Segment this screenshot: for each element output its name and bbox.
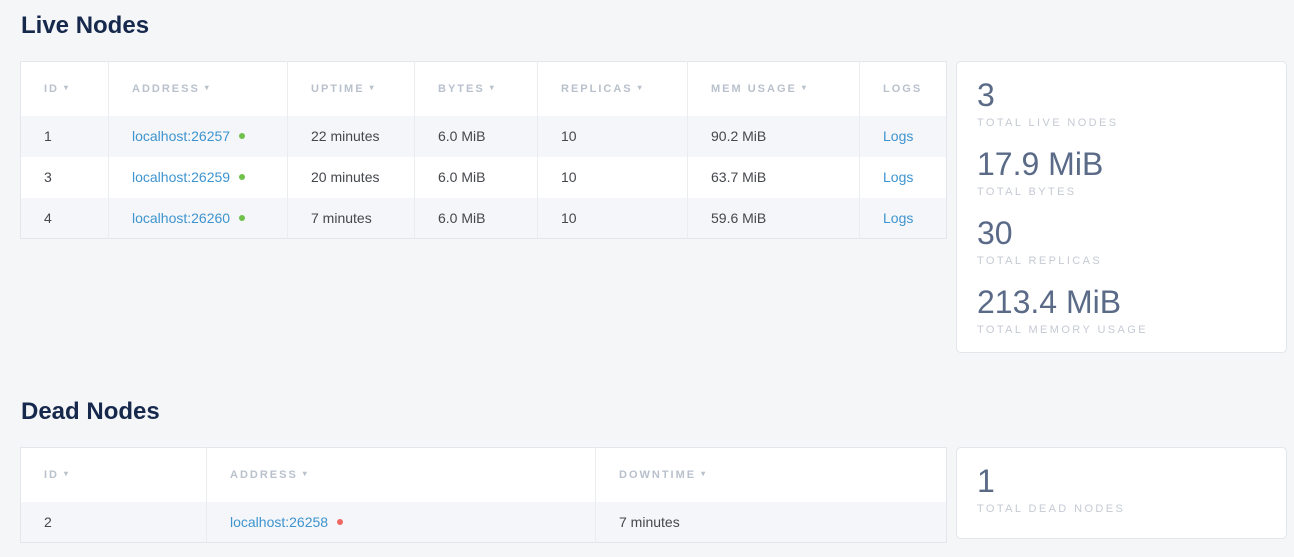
stat-label: TOTAL DEAD NODES [977, 503, 1266, 515]
node-address-cell: localhost:26258 [207, 502, 596, 543]
node-logs-link[interactable]: Logs [883, 169, 913, 185]
node-replicas-cell: 10 [538, 157, 688, 198]
stat-value: 30 [977, 214, 1266, 252]
stat-total-memory-usage: 213.4 MiB TOTAL MEMORY USAGE [977, 283, 1266, 336]
live-nodes-title: Live Nodes [21, 13, 1294, 39]
node-mem-usage-cell: 59.6 MiB [688, 198, 860, 239]
node-mem-usage-cell: 90.2 MiB [688, 116, 860, 157]
sort-arrow-icon: ▾ [802, 83, 806, 92]
dead-nodes-table: ID▾ ADDRESS▾ DOWNTIME▾ 2 localhost:26258… [20, 447, 947, 543]
node-address-cell: localhost:26257 [109, 116, 288, 157]
node-logs-cell: Logs [860, 116, 947, 157]
node-replicas-cell: 10 [538, 116, 688, 157]
table-row: 2 localhost:26258 7 minutes [21, 502, 947, 543]
node-replicas-cell: 10 [538, 198, 688, 239]
column-header-uptime[interactable]: UPTIME▾ [288, 62, 415, 116]
stat-total-dead-nodes: 1 TOTAL DEAD NODES [977, 462, 1266, 515]
live-nodes-header-row: ID▾ ADDRESS▾ UPTIME▾ BYTES▾ REPLICAS▾ ME… [21, 62, 947, 116]
node-id-cell: 3 [21, 157, 109, 198]
column-header-logs: LOGS [860, 62, 947, 116]
column-header-mem-usage[interactable]: MEM USAGE▾ [688, 62, 860, 116]
sort-arrow-icon: ▾ [490, 83, 494, 92]
node-bytes-cell: 6.0 MiB [415, 157, 538, 198]
node-address-link[interactable]: localhost:26257 [132, 128, 230, 144]
node-live-status-icon [239, 133, 245, 139]
node-logs-cell: Logs [860, 198, 947, 239]
node-address-cell: localhost:26260 [109, 198, 288, 239]
stat-total-live-nodes: 3 TOTAL LIVE NODES [977, 76, 1266, 129]
sort-arrow-icon: ▾ [303, 469, 307, 478]
stat-label: TOTAL MEMORY USAGE [977, 324, 1266, 336]
node-logs-cell: Logs [860, 157, 947, 198]
column-header-id[interactable]: ID▾ [21, 62, 109, 116]
dead-nodes-title: Dead Nodes [21, 399, 1294, 425]
dead-nodes-body: ID▾ ADDRESS▾ DOWNTIME▾ 2 localhost:26258… [20, 447, 1294, 543]
node-live-status-icon [239, 215, 245, 221]
node-bytes-cell: 6.0 MiB [415, 116, 538, 157]
table-row: 4 localhost:26260 7 minutes 6.0 MiB 10 5… [21, 198, 947, 239]
node-address-link[interactable]: localhost:26259 [132, 169, 230, 185]
node-uptime-cell: 20 minutes [288, 157, 415, 198]
node-address-link[interactable]: localhost:26260 [132, 210, 230, 226]
node-uptime-cell: 7 minutes [288, 198, 415, 239]
node-id-cell: 2 [21, 502, 207, 543]
stat-value: 3 [977, 76, 1266, 114]
live-nodes-body: ID▾ ADDRESS▾ UPTIME▾ BYTES▾ REPLICAS▾ ME… [20, 61, 1294, 353]
stat-value: 1 [977, 462, 1266, 500]
sort-arrow-icon: ▾ [701, 469, 705, 478]
node-logs-link[interactable]: Logs [883, 128, 913, 144]
node-mem-usage-cell: 63.7 MiB [688, 157, 860, 198]
sort-arrow-icon: ▾ [370, 83, 374, 92]
node-logs-link[interactable]: Logs [883, 210, 913, 226]
sort-arrow-icon: ▾ [205, 83, 209, 92]
stat-value: 213.4 MiB [977, 283, 1266, 321]
column-header-address[interactable]: ADDRESS▾ [207, 448, 596, 502]
dead-nodes-header-row: ID▾ ADDRESS▾ DOWNTIME▾ [21, 448, 947, 502]
stat-label: TOTAL BYTES [977, 186, 1266, 198]
sort-arrow-icon: ▾ [638, 83, 642, 92]
nodes-overview-page: Live Nodes ID▾ ADDRESS▾ UPTIME▾ BYTES▾ R… [0, 0, 1294, 543]
dead-nodes-section: Dead Nodes ID▾ ADDRESS▾ DOWNTIME▾ 2 lo [20, 399, 1294, 543]
node-live-status-icon [239, 174, 245, 180]
column-header-bytes[interactable]: BYTES▾ [415, 62, 538, 116]
node-uptime-cell: 22 minutes [288, 116, 415, 157]
stat-value: 17.9 MiB [977, 145, 1266, 183]
live-nodes-section: Live Nodes ID▾ ADDRESS▾ UPTIME▾ BYTES▾ R… [20, 13, 1294, 353]
node-dead-status-icon [337, 519, 343, 525]
node-id-cell: 4 [21, 198, 109, 239]
stat-total-replicas: 30 TOTAL REPLICAS [977, 214, 1266, 267]
live-nodes-summary-card: 3 TOTAL LIVE NODES 17.9 MiB TOTAL BYTES … [956, 61, 1287, 353]
table-row: 1 localhost:26257 22 minutes 6.0 MiB 10 … [21, 116, 947, 157]
stat-label: TOTAL REPLICAS [977, 255, 1266, 267]
column-header-downtime[interactable]: DOWNTIME▾ [596, 448, 947, 502]
live-nodes-table: ID▾ ADDRESS▾ UPTIME▾ BYTES▾ REPLICAS▾ ME… [20, 61, 947, 239]
column-header-id[interactable]: ID▾ [21, 448, 207, 502]
node-address-cell: localhost:26259 [109, 157, 288, 198]
stat-label: TOTAL LIVE NODES [977, 117, 1266, 129]
column-header-address[interactable]: ADDRESS▾ [109, 62, 288, 116]
column-header-replicas[interactable]: REPLICAS▾ [538, 62, 688, 116]
node-downtime-cell: 7 minutes [596, 502, 947, 543]
node-bytes-cell: 6.0 MiB [415, 198, 538, 239]
node-id-cell: 1 [21, 116, 109, 157]
stat-total-bytes: 17.9 MiB TOTAL BYTES [977, 145, 1266, 198]
node-address-link[interactable]: localhost:26258 [230, 514, 328, 530]
sort-arrow-icon: ▾ [64, 469, 68, 478]
sort-arrow-icon: ▾ [64, 83, 68, 92]
table-row: 3 localhost:26259 20 minutes 6.0 MiB 10 … [21, 157, 947, 198]
dead-nodes-summary-card: 1 TOTAL DEAD NODES [956, 447, 1287, 539]
